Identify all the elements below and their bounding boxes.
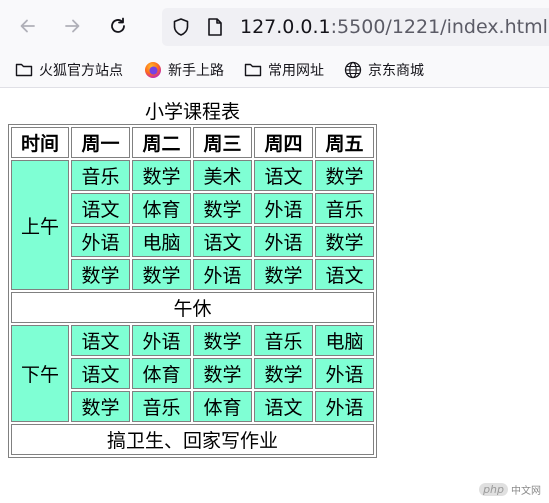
class-cell: 体育 xyxy=(132,358,191,389)
table-row: 下午 语文 外语 数学 音乐 电脑 xyxy=(11,325,374,422)
watermark-text: 中文网 xyxy=(511,486,541,497)
class-cell: 数学 xyxy=(193,358,252,389)
class-cell: 数学 xyxy=(193,193,252,224)
folder-icon xyxy=(14,60,34,80)
header-tuesday: 周二 xyxy=(132,127,191,158)
class-cell: 数学 xyxy=(71,391,130,422)
class-cell: 音乐 xyxy=(315,193,374,224)
class-cell: 语文 xyxy=(254,160,313,191)
site-watermark: php 中文网 xyxy=(479,482,541,497)
period-morning: 上午 xyxy=(11,160,69,290)
header-row: 时间 周一 周二 周三 周四 周五 xyxy=(11,127,374,158)
page-content: 小学课程表 时间 周一 周二 周三 周四 周五 上午 音乐 数学 美术 语文 数… xyxy=(0,88,549,458)
class-cell: 数学 xyxy=(132,259,191,290)
class-cell: 外语 xyxy=(71,226,130,257)
class-cell: 数学 xyxy=(315,226,374,257)
header-monday: 周一 xyxy=(71,127,130,158)
header-friday: 周五 xyxy=(315,127,374,158)
class-cell: 音乐 xyxy=(132,391,191,422)
browser-toolbar: 127.0.0.1:5500/1221/index.html xyxy=(0,0,549,52)
class-cell: 外语 xyxy=(254,226,313,257)
class-cell: 语文 xyxy=(315,259,374,290)
bookmarks-bar: 火狐官方站点 新手上路 常用网址 京东商城 xyxy=(0,52,549,88)
class-cell: 音乐 xyxy=(254,325,313,356)
schedule-caption: 小学课程表 xyxy=(144,101,240,123)
shield-icon[interactable] xyxy=(170,16,192,38)
class-cell: 音乐 xyxy=(71,160,130,191)
class-cell: 数学 xyxy=(71,259,130,290)
url-bar[interactable]: 127.0.0.1:5500/1221/index.html xyxy=(162,8,549,46)
folder-icon xyxy=(243,60,263,80)
class-cell: 数学 xyxy=(254,259,313,290)
bookmark-label: 京东商城 xyxy=(368,63,424,79)
class-cell: 美术 xyxy=(193,160,252,191)
class-cell: 外语 xyxy=(315,358,374,389)
firefox-icon xyxy=(143,60,163,80)
noon-row: 午休 xyxy=(11,292,374,323)
page-icon[interactable] xyxy=(204,16,226,38)
header-time: 时间 xyxy=(11,127,69,158)
class-cell: 外语 xyxy=(254,193,313,224)
reload-icon xyxy=(111,17,125,33)
bookmark-label: 新手上路 xyxy=(168,63,224,79)
bookmark-common-sites[interactable]: 常用网址 xyxy=(243,59,324,81)
back-button[interactable] xyxy=(14,12,42,40)
noon-break: 午休 xyxy=(11,292,374,323)
class-cell: 外语 xyxy=(132,325,191,356)
globe-icon xyxy=(343,60,363,80)
class-cell: 数学 xyxy=(254,358,313,389)
class-cell: 外语 xyxy=(193,259,252,290)
bookmark-label: 常用网址 xyxy=(268,63,324,79)
class-cell: 数学 xyxy=(132,160,191,191)
footer-row: 搞卫生、回家写作业 xyxy=(11,424,374,455)
back-arrow-icon xyxy=(20,19,35,33)
bookmark-jd[interactable]: 京东商城 xyxy=(343,59,424,81)
class-cell: 数学 xyxy=(315,160,374,191)
period-afternoon: 下午 xyxy=(11,325,69,422)
url-host: 127.0.0.1 xyxy=(240,16,331,38)
after-school-note: 搞卫生、回家写作业 xyxy=(11,424,374,455)
class-cell: 数学 xyxy=(193,325,252,356)
header-thursday: 周四 xyxy=(254,127,313,158)
class-cell: 外语 xyxy=(315,391,374,422)
url-path: :5500/1221/index.html xyxy=(330,16,548,38)
class-cell: 语文 xyxy=(71,193,130,224)
reload-button[interactable] xyxy=(104,12,132,40)
php-logo: php xyxy=(479,483,508,496)
bookmark-label: 火狐官方站点 xyxy=(39,63,123,79)
class-cell: 体育 xyxy=(132,193,191,224)
class-cell: 语文 xyxy=(193,226,252,257)
class-cell: 语文 xyxy=(71,325,130,356)
schedule-table: 小学课程表 时间 周一 周二 周三 周四 周五 上午 音乐 数学 美术 语文 数… xyxy=(8,100,377,458)
header-wednesday: 周三 xyxy=(193,127,252,158)
url-text[interactable]: 127.0.0.1:5500/1221/index.html xyxy=(240,16,548,38)
bookmark-getting-started[interactable]: 新手上路 xyxy=(143,59,224,81)
forward-button[interactable] xyxy=(58,12,86,40)
class-cell: 语文 xyxy=(254,391,313,422)
forward-arrow-icon xyxy=(65,19,80,33)
class-cell: 语文 xyxy=(71,358,130,389)
table-row: 上午 音乐 数学 美术 语文 数学 xyxy=(11,160,374,290)
class-cell: 电脑 xyxy=(315,325,374,356)
class-cell: 电脑 xyxy=(132,226,191,257)
class-cell: 体育 xyxy=(193,391,252,422)
bookmark-firefox-official[interactable]: 火狐官方站点 xyxy=(14,59,123,81)
